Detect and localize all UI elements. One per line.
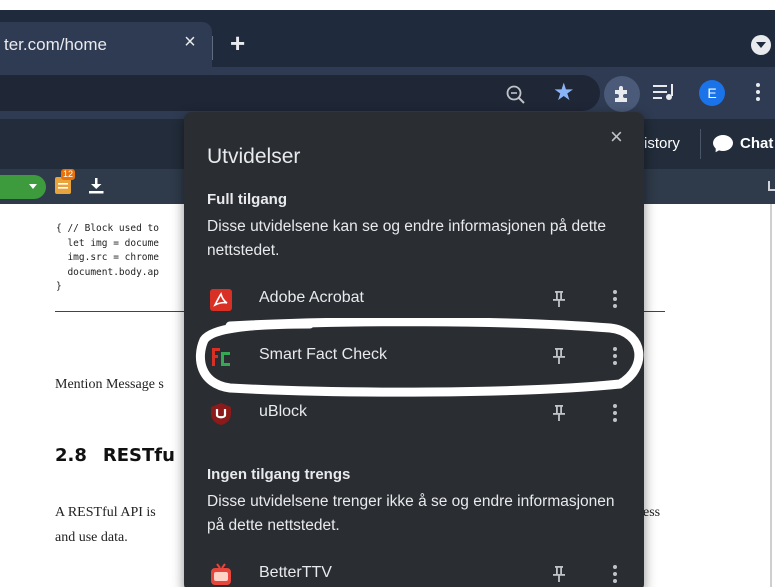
profile-avatar[interactable]: E	[699, 80, 725, 106]
history-button[interactable]: istory	[636, 129, 696, 159]
full-access-description: Disse utvidelsene kan se og endre inform…	[207, 218, 606, 259]
browser-tab[interactable]: ter.com/home ×	[0, 22, 212, 67]
paragraph-restful: A RESTful API is	[55, 505, 156, 520]
chat-bubble-icon	[713, 135, 733, 151]
code-line: { // Block used to	[56, 223, 159, 234]
full-access-heading: Full tilgang	[207, 191, 287, 208]
pin-icon[interactable]	[552, 290, 566, 308]
code-line: let img = docume	[56, 237, 159, 249]
tab-separator	[212, 36, 213, 60]
code-line: img.src = chrome	[56, 252, 159, 263]
more-options-icon[interactable]	[612, 290, 618, 310]
more-options-icon[interactable]	[612, 565, 618, 585]
more-options-icon[interactable]	[612, 404, 618, 424]
tab-title: ter.com/home	[4, 35, 107, 54]
log-count-badge: 12	[61, 169, 76, 180]
scrollbar[interactable]	[770, 204, 772, 587]
no-access-description: Disse utvidelsene trenger ikke å se og e…	[207, 493, 615, 534]
section-number: 2.8	[55, 445, 87, 466]
expand-icon[interactable]	[768, 181, 775, 191]
new-tab-button[interactable]: +	[230, 30, 245, 56]
extension-name: BetterTTV	[259, 564, 332, 581]
extension-name: Adobe Acrobat	[259, 289, 364, 306]
highlight-circle	[196, 318, 644, 397]
section-title: RESTfu	[102, 445, 175, 466]
download-icon[interactable]	[88, 178, 104, 194]
chat-label: Chat	[740, 135, 774, 152]
extensions-button[interactable]	[604, 76, 640, 112]
media-control-icon[interactable]	[653, 83, 677, 101]
code-block: { // Block used to let img = docume img.…	[56, 222, 159, 295]
paragraph-restful-tail: ess	[643, 505, 661, 520]
extension-name: uBlock	[259, 403, 308, 420]
bookmark-star-icon[interactable]: ★	[553, 81, 575, 105]
chat-button[interactable]: Chat	[700, 129, 775, 159]
address-bar[interactable]: ★	[0, 75, 600, 111]
section-heading: 2.8 RESTfu	[55, 445, 175, 466]
ublock-icon	[211, 403, 231, 425]
top-strip	[0, 0, 775, 10]
paragraph-use-data: and use data.	[55, 530, 128, 545]
adobe-acrobat-icon	[210, 289, 232, 311]
recompile-dropdown-button[interactable]	[0, 175, 46, 199]
extensions-icon	[615, 86, 627, 102]
pin-icon[interactable]	[552, 404, 566, 422]
popup-title: Utvidelser	[207, 145, 301, 168]
no-access-heading: Ingen tilgang trengs	[207, 466, 351, 483]
close-icon[interactable]: ×	[610, 124, 623, 150]
zoom-icon[interactable]	[505, 84, 527, 106]
paragraph-mention: Mention Message s	[55, 377, 164, 392]
pin-icon[interactable]	[552, 565, 566, 583]
code-line: }	[56, 281, 62, 292]
more-menu-icon[interactable]	[755, 83, 761, 103]
tab-bar: ter.com/home × +	[0, 10, 775, 67]
tab-close-icon[interactable]: ×	[180, 31, 200, 54]
betterttv-icon	[211, 563, 231, 585]
code-line: document.body.ap	[56, 266, 159, 278]
tab-search-icon[interactable]	[751, 35, 771, 55]
extension-item-betterttv[interactable]: BetterTTV	[184, 549, 644, 587]
